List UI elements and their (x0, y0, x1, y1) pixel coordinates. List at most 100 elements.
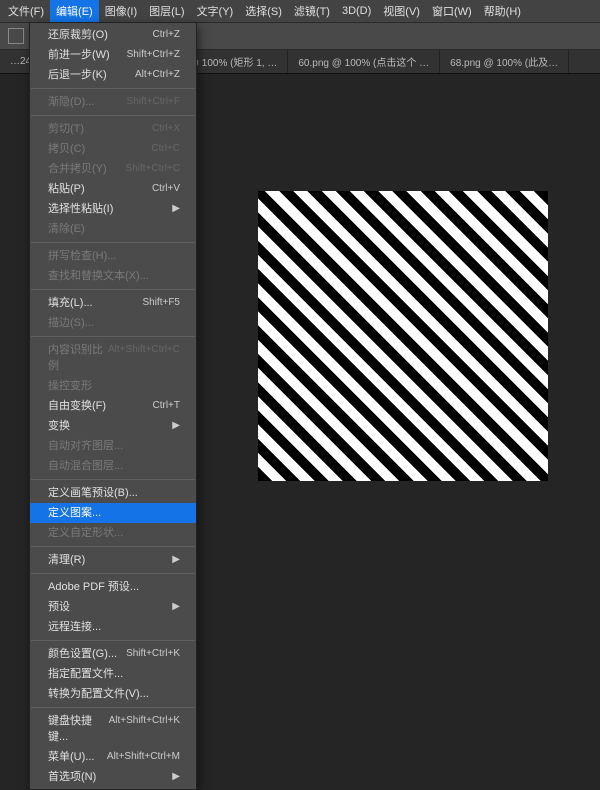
menu-item-label: 菜单(U)... (48, 749, 94, 765)
menu-item-label: 转换为配置文件(V)... (48, 686, 149, 702)
diagonal-stripe-pattern (258, 191, 548, 481)
menu-help[interactable]: 帮助(H) (478, 0, 527, 22)
menu-shortcut: Alt+Shift+Ctrl+C (108, 342, 180, 374)
menu-shortcut: Shift+Ctrl+F (127, 94, 180, 110)
menu-shortcut: Shift+Ctrl+Z (127, 47, 180, 63)
menu-item: 剪切(T) Ctrl+X (30, 119, 196, 139)
menu-item[interactable]: 还原裁剪(O)Ctrl+Z (30, 25, 196, 45)
menu-shortcut: Shift+Ctrl+K (126, 646, 180, 662)
menu-item-label: 清除(E) (48, 221, 85, 237)
menu-view[interactable]: 视图(V) (377, 0, 426, 22)
menu-item-label: 粘贴(P) (48, 181, 85, 197)
menu-item-label: 前进一步(W) (48, 47, 110, 63)
menu-type[interactable]: 文字(Y) (191, 0, 240, 22)
menu-item-label: 变换 (48, 418, 70, 434)
menu-filter[interactable]: 滤镜(T) (288, 0, 336, 22)
menu-item[interactable]: 清理(R)▶ (30, 550, 196, 570)
menu-item: 定义自定形状... (30, 523, 196, 543)
menu-item-label: 指定配置文件... (48, 666, 123, 682)
menu-item-label: 剪切(T) (48, 121, 84, 137)
menu-item[interactable]: 远程连接... (30, 617, 196, 637)
menu-item-label: 预设 (48, 599, 70, 615)
menu-item-label: 自动混合图层... (48, 458, 123, 474)
menu-shortcut: Alt+Shift+Ctrl+K (109, 713, 180, 745)
menu-separator (31, 707, 195, 708)
menu-shortcut: Ctrl+T (153, 398, 181, 414)
menu-item-label: 后退一步(K) (48, 67, 107, 83)
menu-item: 拼写检查(H)... (30, 246, 196, 266)
menu-item-label: 远程连接... (48, 619, 101, 635)
menu-item-label: 拼写检查(H)... (48, 248, 116, 264)
menu-item[interactable]: 转换为配置文件(V)... (30, 684, 196, 704)
menu-item-label: 首选项(N) (48, 769, 96, 785)
menu-item[interactable]: 自由变换(F)Ctrl+T (30, 396, 196, 416)
menu-shortcut: Shift+Ctrl+C (126, 161, 180, 177)
menu-item-label: 渐隐(D)... (48, 94, 94, 110)
menu-item[interactable]: 菜单(U)... Alt+Shift+Ctrl+M (30, 747, 196, 767)
menu-item: 拷贝(C) Ctrl+C (30, 139, 196, 159)
menu-window[interactable]: 窗口(W) (426, 0, 478, 22)
menu-item[interactable]: 键盘快捷键...Alt+Shift+Ctrl+K (30, 711, 196, 747)
submenu-arrow-icon: ▶ (172, 418, 180, 434)
menu-item-label: 颜色设置(G)... (48, 646, 117, 662)
edit-dropdown-menu: 还原裁剪(O)Ctrl+Z 前进一步(W) Shift+Ctrl+Z 后退一步(K) A… (29, 22, 197, 790)
tab-document[interactable]: 60.png @ 100% (点击这个 … (288, 50, 440, 73)
menu-item[interactable]: Adobe PDF 预设... (30, 577, 196, 597)
menu-shortcut: Alt+Shift+Ctrl+M (107, 749, 180, 765)
menu-image[interactable]: 图像(I) (99, 0, 143, 22)
menu-separator (31, 115, 195, 116)
menu-shortcut: Ctrl+C (151, 141, 180, 157)
menu-item[interactable]: 粘贴(P)Ctrl+V (30, 179, 196, 199)
menu-item[interactable]: 变换 ▶ (30, 416, 196, 436)
menu-item: 描边(S)... (30, 313, 196, 333)
menu-file[interactable]: 文件(F) (2, 0, 50, 22)
menu-item-label: 键盘快捷键... (48, 713, 109, 745)
tool-preset-icon[interactable] (8, 28, 24, 44)
menu-item: 清除(E) (30, 219, 196, 239)
menu-shortcut: Alt+Ctrl+Z (135, 67, 180, 83)
menu-edit[interactable]: 编辑(E) (50, 0, 99, 22)
menu-item-label: 填充(L)... (48, 295, 93, 311)
menu-item[interactable]: 定义图案... (30, 503, 196, 523)
menu-item: 查找和替换文本(X)... (30, 266, 196, 286)
document-canvas[interactable] (258, 191, 548, 481)
menu-item[interactable]: 预设 ▶ (30, 597, 196, 617)
menu-item[interactable]: 前进一步(W) Shift+Ctrl+Z (30, 45, 196, 65)
menu-item-label: 内容识别比例 (48, 342, 108, 374)
menu-shortcut: Shift+F5 (142, 295, 180, 311)
menu-item[interactable]: 指定配置文件... (30, 664, 196, 684)
menu-item-label: 清理(R) (48, 552, 85, 568)
menu-item[interactable]: 后退一步(K) Alt+Ctrl+Z (30, 65, 196, 85)
menu-item[interactable]: 颜色设置(G)... Shift+Ctrl+K (30, 644, 196, 664)
menu-item[interactable]: 定义画笔预设(B)... (30, 483, 196, 503)
menu-separator (31, 336, 195, 337)
menu-item-label: 查找和替换文本(X)... (48, 268, 149, 284)
menu-item-label: 定义图案... (48, 505, 101, 521)
menu-select[interactable]: 选择(S) (239, 0, 288, 22)
menu-item-label: 自动对齐图层... (48, 438, 123, 454)
menu-3d[interactable]: 3D(D) (336, 2, 377, 20)
menu-shortcut: Ctrl+X (152, 121, 180, 137)
menu-separator (31, 242, 195, 243)
menu-item: 操控变形 (30, 376, 196, 396)
menu-item[interactable]: 首选项(N) ▶ (30, 767, 196, 787)
menu-item: 合并拷贝(Y) Shift+Ctrl+C (30, 159, 196, 179)
menu-item-label: 拷贝(C) (48, 141, 85, 157)
menu-layer[interactable]: 图层(L) (143, 0, 190, 22)
menu-item-label: 操控变形 (48, 378, 92, 394)
tab-document[interactable]: 68.png @ 100% (此及… (440, 50, 569, 73)
menu-item[interactable]: 选择性粘贴(I)▶ (30, 199, 196, 219)
submenu-arrow-icon: ▶ (172, 769, 180, 785)
menu-separator (31, 88, 195, 89)
menu-separator (31, 573, 195, 574)
menu-item: 内容识别比例Alt+Shift+Ctrl+C (30, 340, 196, 376)
menu-item-label: Adobe PDF 预设... (48, 579, 139, 595)
menu-item: 自动混合图层... (30, 456, 196, 476)
submenu-arrow-icon: ▶ (172, 599, 180, 615)
menubar: 文件(F) 编辑(E) 图像(I) 图层(L) 文字(Y) 选择(S) 滤镜(T… (0, 0, 600, 22)
menu-separator (31, 289, 195, 290)
menu-item[interactable]: 填充(L)... Shift+F5 (30, 293, 196, 313)
menu-item-label: 定义画笔预设(B)... (48, 485, 138, 501)
menu-item-label: 定义自定形状... (48, 525, 123, 541)
menu-item-label: 合并拷贝(Y) (48, 161, 107, 177)
